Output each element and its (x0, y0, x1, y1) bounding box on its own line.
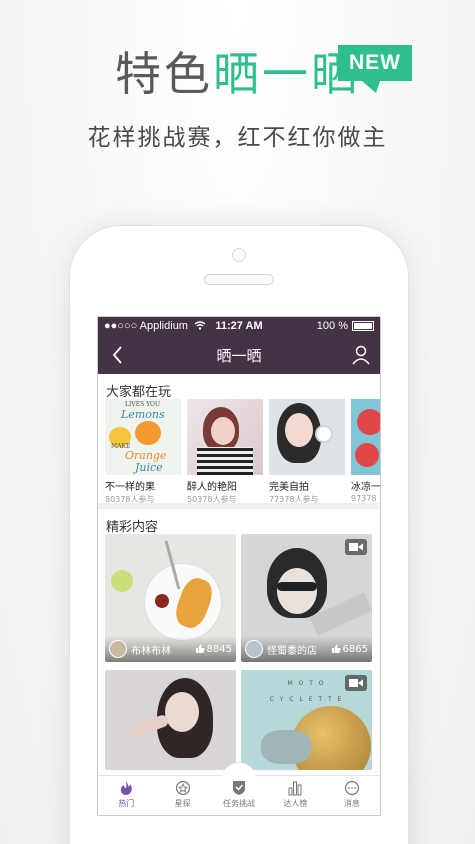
nav-bar: 晒一晒 (98, 336, 380, 374)
app-screen: ●●○○○ Applidium 11:27 AM 100 % 晒一晒 大家都在玩… (97, 316, 381, 816)
star-compass-icon (175, 780, 190, 796)
avatar (245, 640, 263, 658)
flame-icon (121, 781, 133, 795)
hot-card-count: 97378 (351, 494, 377, 503)
thumb-text: Lemons (121, 408, 165, 421)
video-icon (345, 539, 367, 555)
user-icon[interactable] (350, 344, 372, 366)
hot-card[interactable]: 完美自拍 77378人参与 (269, 399, 345, 504)
tile-meta: 怪蜀黍的店 6865 (241, 636, 372, 662)
tab-ranking[interactable]: 达人榜 (267, 776, 323, 815)
content-section-title: 精彩内容 (106, 520, 159, 535)
content-tile[interactable] (105, 670, 236, 770)
content-grid: 布林布林 8845 怪蜀黍的店 6865 M O T O C Y C L E T… (98, 534, 380, 794)
overlay-text: C Y C L E T T E (269, 696, 344, 703)
hot-card[interactable]: 醉人的艳阳 50378人参与 (187, 399, 263, 504)
content-tile[interactable]: M O T O C Y C L E T T E (241, 670, 372, 770)
tile-meta: 布林布林 8845 (105, 636, 236, 662)
hot-card-image (187, 399, 263, 475)
hot-card-name: 冰凉一 (351, 482, 380, 493)
hot-card-count: 80378人参与 (105, 495, 155, 504)
phone-frame: ●●○○○ Applidium 11:27 AM 100 % 晒一晒 大家都在玩… (69, 225, 409, 844)
hot-card-count: 50378人参与 (187, 495, 237, 504)
message-icon (344, 780, 359, 796)
tab-bar: 热门 星探 任务挑战 达人榜 消息 (98, 762, 380, 815)
tab-label: 任务挑战 (223, 799, 256, 808)
hot-card-name: 完美自拍 (269, 482, 309, 493)
status-bar: ●●○○○ Applidium 11:27 AM 100 % (98, 317, 380, 336)
promo-subtitle: 花样挑战赛，红不红你做主 (87, 125, 388, 151)
thumb-text: Juice (135, 461, 163, 474)
tab-hot[interactable]: 热门 (98, 776, 154, 815)
phone-speaker (204, 274, 274, 285)
likes-count: 8845 (206, 643, 232, 655)
hot-card-image (351, 399, 380, 475)
hot-card[interactable]: 冰凉一 97378 (351, 399, 380, 503)
new-badge: NEW (338, 45, 412, 93)
tab-label: 消息 (343, 799, 360, 808)
page-title: 晒一晒 (216, 347, 262, 365)
tab-label: 热门 (118, 799, 135, 808)
avatar (109, 640, 127, 658)
hot-card-image: LIVES YOU Lemons MAKE Orange Juice (105, 399, 181, 475)
hot-card-count: 77378人参与 (269, 495, 319, 504)
battery-percent: 100 % (316, 320, 348, 332)
tab-messages[interactable]: 消息 (324, 776, 380, 815)
hot-card-name: 不一样的果 (105, 482, 155, 493)
tile-likes: 6865 (331, 644, 368, 655)
thumb-text: LIVES YOU (125, 401, 161, 408)
thumbs-up-icon (195, 644, 205, 653)
video-icon (345, 675, 367, 691)
battery-indicator: 100 % (317, 320, 374, 332)
tile-likes: 8845 (195, 644, 232, 655)
phone-camera (232, 248, 246, 262)
bar-chart-icon (288, 781, 302, 796)
tab-label: 达人榜 (283, 799, 308, 808)
hot-carousel[interactable]: LIVES YOU Lemons MAKE Orange Juice 不一样的果… (98, 399, 380, 509)
headline-part-1: 特色 (115, 47, 213, 101)
tab-scout[interactable]: 星探 (154, 776, 210, 815)
battery-icon (352, 321, 374, 331)
likes-count: 6865 (342, 643, 368, 655)
hot-card-image (269, 399, 345, 475)
content-tile[interactable]: 怪蜀黍的店 6865 (241, 534, 372, 662)
tab-task-challenge[interactable]: 任务挑战 (211, 762, 267, 815)
hot-card[interactable]: LIVES YOU Lemons MAKE Orange Juice 不一样的果… (105, 399, 181, 504)
hot-section-title: 大家都在玩 (106, 385, 172, 400)
content-tile[interactable]: 布林布林 8845 (105, 534, 236, 662)
tab-label: 星探 (174, 799, 191, 808)
hot-card-name: 醉人的艳阳 (187, 482, 237, 493)
tile-author: 怪蜀黍的店 (267, 645, 317, 657)
thumbs-up-icon (331, 644, 341, 653)
task-shield-icon (233, 781, 246, 795)
tile-author: 布林布林 (131, 645, 171, 657)
